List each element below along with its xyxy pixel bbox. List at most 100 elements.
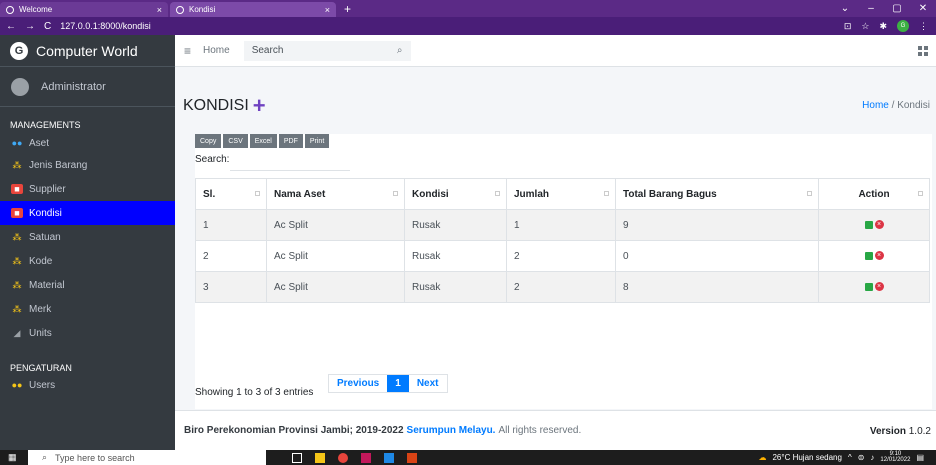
sidebar-item-units[interactable]: ◢ Units — [0, 321, 175, 345]
edit-icon[interactable] — [864, 220, 873, 229]
edit-icon[interactable] — [864, 251, 873, 260]
pdf-button[interactable]: PDF — [278, 134, 303, 148]
nav-home-link[interactable]: Home — [203, 45, 230, 56]
chrome-icon[interactable] — [338, 452, 348, 463]
footer-link[interactable]: Serumpun Melayu. — [407, 425, 496, 436]
windows-start-icon[interactable]: ▦ — [8, 452, 24, 463]
sitemap-icon: ⁂ — [12, 231, 22, 242]
sidebar-item-label: Jenis Barang — [29, 159, 88, 171]
app-icon[interactable] — [407, 452, 417, 463]
sidebar-item-supplier[interactable]: ■ Supplier — [0, 177, 175, 201]
user-panel[interactable]: Administrator — [0, 67, 175, 107]
maximize-button[interactable]: ▢ — [884, 3, 910, 14]
sidebar-item-satuan[interactable]: ⁂ Satuan — [0, 225, 175, 249]
table-row: 3 Ac Split Rusak 2 8 × — [195, 271, 930, 303]
share-icon[interactable]: ⊡ — [844, 21, 852, 32]
chevron-down-icon[interactable]: ⌄ — [832, 3, 858, 14]
sidebar-item-label: Merk — [29, 303, 52, 315]
apps-grid-icon[interactable] — [918, 46, 928, 56]
sidebar-item-users[interactable]: ●● Users — [0, 375, 175, 395]
close-window-button[interactable]: ✕ — [910, 3, 936, 14]
sidebar-item-jenis-barang[interactable]: ⁂ Jenis Barang — [0, 153, 175, 177]
taskbar-apps — [292, 452, 417, 463]
minimize-button[interactable]: – — [858, 3, 884, 14]
file-explorer-icon[interactable] — [315, 452, 325, 463]
column-header-nama-aset[interactable]: Nama Aset — [266, 178, 405, 210]
sort-icon — [807, 191, 812, 196]
copy-button[interactable]: Copy — [195, 134, 222, 148]
reload-icon[interactable]: C — [44, 21, 51, 32]
edit-icon[interactable] — [864, 282, 873, 291]
app-icon[interactable] — [361, 452, 371, 463]
column-header-action[interactable]: Action — [818, 178, 930, 210]
delete-icon[interactable]: × — [874, 251, 884, 261]
cell-sl: 3 — [195, 271, 267, 303]
csv-button[interactable]: CSV — [223, 134, 248, 148]
data-table-card: Copy CSV Excel PDF Print Search: Sl. Nam… — [195, 134, 932, 409]
weather-text[interactable]: 26°C Hujan sedang — [772, 453, 841, 462]
footer-rights: All rights reserved. — [498, 425, 582, 436]
truck-icon: ■ — [11, 208, 23, 218]
task-view-icon[interactable] — [292, 452, 302, 463]
profile-avatar[interactable]: G — [897, 20, 909, 32]
page-button-1[interactable]: 1 — [387, 375, 409, 392]
window-controls: ⌄ – ▢ ✕ — [832, 0, 936, 17]
forward-icon[interactable]: → — [25, 21, 35, 32]
sidebar-item-kondisi[interactable]: ■ Kondisi — [0, 201, 175, 225]
star-icon[interactable]: ☆ — [861, 21, 869, 32]
cell-jumlah: 2 — [506, 240, 616, 272]
footer-copyright: Biro Perekonomian Provinsi Jambi; 2019-2… — [184, 425, 404, 436]
search-input[interactable]: Search — [243, 40, 389, 61]
add-button[interactable]: + — [253, 95, 266, 117]
brand-link[interactable]: G Computer World — [0, 35, 175, 67]
tab-welcome[interactable]: Welcome × — [0, 2, 168, 17]
breadcrumb-home-link[interactable]: Home — [862, 100, 889, 111]
column-header-total-barang-bagus[interactable]: Total Barang Bagus — [615, 178, 819, 210]
new-tab-button[interactable]: + — [344, 2, 351, 16]
next-button[interactable]: Next — [409, 375, 447, 392]
close-icon[interactable]: × — [157, 5, 162, 15]
delete-icon[interactable]: × — [874, 282, 884, 292]
users-icon: ●● — [11, 380, 23, 390]
excel-button[interactable]: Excel — [249, 134, 277, 148]
column-header-kondisi[interactable]: Kondisi — [404, 178, 507, 210]
menu-toggle-icon[interactable]: ≡ — [184, 44, 191, 58]
cell-nama-aset: Ac Split — [266, 209, 405, 241]
delete-icon[interactable]: × — [874, 220, 884, 230]
footer-version: Version 1.0.2 — [869, 426, 931, 437]
tray-chevron-icon[interactable]: ^ — [848, 453, 852, 462]
volume-icon[interactable]: ♪ — [870, 453, 874, 462]
vscode-icon[interactable] — [384, 452, 394, 463]
previous-button[interactable]: Previous — [329, 375, 387, 392]
sidebar-item-merk[interactable]: ⁂ Merk — [0, 297, 175, 321]
notification-icon[interactable]: ▤ — [916, 453, 924, 462]
back-icon[interactable]: ← — [6, 21, 16, 32]
sitemap-icon: ⁂ — [12, 255, 22, 266]
sidebar: G Computer World Administrator MANAGEMEN… — [0, 35, 175, 450]
sidebar-item-material[interactable]: ⁂ Material — [0, 273, 175, 297]
print-button[interactable]: Print — [304, 134, 330, 148]
close-icon[interactable]: × — [325, 5, 330, 15]
sidebar-item-aset[interactable]: ●● Aset — [0, 133, 175, 153]
tab-label: Welcome — [19, 5, 53, 14]
table-row: 2 Ac Split Rusak 2 0 × — [195, 240, 930, 272]
tab-kondisi[interactable]: Kondisi × — [170, 2, 336, 17]
network-icon[interactable]: ⊜ — [858, 453, 865, 462]
cell-jumlah: 2 — [506, 271, 616, 303]
user-name: Administrator — [41, 80, 106, 93]
address-bar: ← → C i 127.0.0.1:8000/kondisi ⊡ ☆ ✱ G ⋮ — [0, 17, 936, 278]
search-icon[interactable]: ⌕ — [388, 40, 411, 61]
taskbar-search-input[interactable]: ⌕ Type here to search — [28, 450, 266, 465]
column-header-sl[interactable]: Sl. — [195, 178, 267, 210]
url-field[interactable]: i 127.0.0.1:8000/kondisi — [0, 21, 151, 278]
cell-action: × — [818, 271, 930, 303]
clock[interactable]: 9:10 12/01/2022 — [880, 451, 910, 463]
table-search-input[interactable] — [230, 170, 350, 171]
extensions-icon[interactable]: ✱ — [879, 21, 887, 32]
cell-kondisi: Rusak — [404, 209, 507, 241]
column-header-jumlah[interactable]: Jumlah — [506, 178, 616, 210]
sidebar-section-title: PENGATURAN — [10, 363, 72, 373]
sidebar-item-kode[interactable]: ⁂ Kode — [0, 249, 175, 273]
menu-icon[interactable]: ⋮ — [919, 21, 928, 32]
cell-nama-aset: Ac Split — [266, 240, 405, 272]
